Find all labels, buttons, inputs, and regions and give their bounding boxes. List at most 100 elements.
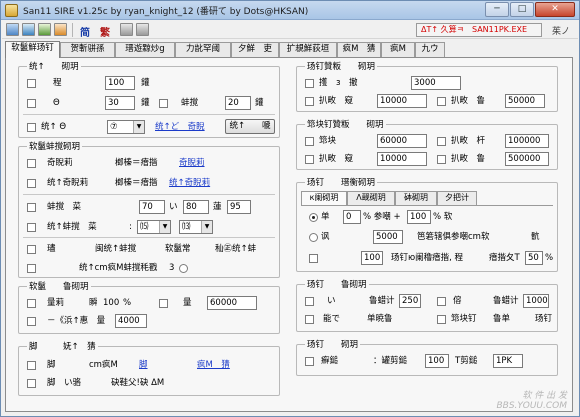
- tab-3[interactable]: 瑨遊黥炒g: [115, 42, 175, 57]
- checkbox[interactable]: [27, 179, 36, 188]
- checkbox[interactable]: [159, 99, 168, 108]
- option-select[interactable]: ⑦ ▼: [107, 120, 145, 134]
- checkbox[interactable]: [27, 159, 36, 168]
- value-input[interactable]: 50000: [505, 94, 545, 108]
- mode-radio[interactable]: [309, 233, 318, 242]
- value-input[interactable]: 3000: [411, 76, 461, 90]
- mode-radio[interactable]: [309, 213, 318, 222]
- value-input[interactable]: 30: [105, 96, 135, 110]
- subtab-4[interactable]: 夕把计: [437, 191, 477, 205]
- value-input[interactable]: 500000: [505, 152, 549, 166]
- checkbox[interactable]: [305, 97, 314, 106]
- field-label: 筇块钉: [451, 314, 477, 324]
- tab-9[interactable]: 九ウ: [415, 42, 445, 57]
- tab-5[interactable]: 夕鮮 吏: [231, 42, 279, 57]
- minimize-button[interactable]: ─: [485, 2, 509, 17]
- field-label: 统↑蚌撹 菜: [47, 222, 97, 232]
- checkbox[interactable]: [437, 315, 446, 324]
- tab-4[interactable]: 力龀罕阈: [175, 42, 231, 57]
- checkbox[interactable]: [27, 245, 36, 254]
- checkbox[interactable]: [27, 317, 36, 326]
- value-input[interactable]: 50: [525, 251, 543, 265]
- checkbox[interactable]: [437, 97, 446, 106]
- checkbox[interactable]: [159, 299, 168, 308]
- value-input[interactable]: 5000: [373, 230, 403, 244]
- checkbox[interactable]: [437, 155, 446, 164]
- apply-button[interactable]: 统↑ 嗁: [225, 119, 275, 134]
- value-input[interactable]: 100: [425, 354, 449, 368]
- field-label: 鲁单: [493, 314, 511, 324]
- skill-link[interactable]: 奇睨莉: [179, 157, 205, 169]
- tab-8[interactable]: 疯M: [381, 42, 415, 57]
- troop-link[interactable]: 疯M 猜: [197, 359, 230, 371]
- value-input[interactable]: 60000: [207, 296, 257, 310]
- troop-link[interactable]: 脚: [139, 359, 148, 371]
- detail-link[interactable]: 统↑ど 奇睨: [155, 121, 205, 133]
- value-input[interactable]: 100: [361, 251, 383, 265]
- value-input[interactable]: 70: [139, 200, 165, 214]
- open-icon[interactable]: [6, 23, 19, 36]
- maximize-button[interactable]: □: [510, 2, 534, 17]
- checkbox[interactable]: [27, 203, 36, 212]
- value-input[interactable]: 60000: [377, 134, 427, 148]
- value-input[interactable]: 100000: [505, 134, 549, 148]
- checkbox[interactable]: [27, 379, 36, 388]
- checkbox[interactable]: [27, 223, 36, 232]
- value-input[interactable]: 10000: [377, 94, 427, 108]
- checkbox[interactable]: [27, 299, 36, 308]
- tab-6[interactable]: 扩覟鮮荻垣: [279, 42, 337, 57]
- value-input[interactable]: 4000: [115, 314, 147, 328]
- field-label: 璶: [47, 244, 56, 254]
- value-input[interactable]: 1PK: [493, 354, 523, 368]
- value-input[interactable]: 10000: [377, 152, 427, 166]
- field-label: 统↑ Θ: [41, 122, 67, 132]
- checkbox[interactable]: [27, 361, 36, 370]
- save-icon[interactable]: [22, 23, 35, 36]
- checkbox[interactable]: [27, 264, 36, 273]
- group-troops-title: 脚 妩↑ 猜: [27, 340, 98, 352]
- value-input[interactable]: 80: [183, 200, 209, 214]
- checkbox[interactable]: [305, 155, 314, 164]
- field-label: 鲁蜡计: [369, 296, 395, 306]
- subtab-2[interactable]: Λ觋砌玥: [347, 191, 395, 205]
- checkbox[interactable]: [437, 297, 446, 306]
- value-input[interactable]: 250: [399, 294, 421, 308]
- help-icon[interactable]: [120, 23, 133, 36]
- checkbox[interactable]: [27, 79, 36, 88]
- simplified-chinese-button[interactable]: 简: [80, 24, 90, 39]
- checkbox[interactable]: [305, 357, 314, 366]
- value-input[interactable]: 95: [227, 200, 251, 214]
- field-label: 脚 い骆: [47, 378, 82, 388]
- value-input[interactable]: 100: [105, 76, 135, 90]
- subtab-3[interactable]: 砵砌玥: [395, 191, 437, 205]
- checkbox[interactable]: [305, 297, 314, 306]
- checkbox[interactable]: [27, 99, 36, 108]
- checkbox[interactable]: [27, 123, 36, 132]
- checkbox[interactable]: [305, 137, 314, 146]
- field-label: 蚌撹 菜: [47, 202, 82, 212]
- tab-general[interactable]: 软鬣鮮玚钉: [5, 41, 60, 58]
- close-button[interactable]: ✕: [535, 2, 575, 17]
- value-input[interactable]: 1000: [523, 294, 549, 308]
- value-input[interactable]: 20: [225, 96, 251, 110]
- subtab-1[interactable]: к阑砌玥: [301, 191, 347, 206]
- settings-icon[interactable]: [54, 23, 67, 36]
- tab-7[interactable]: 疯M 猜: [337, 42, 381, 57]
- checkbox[interactable]: [437, 137, 446, 146]
- checkbox[interactable]: [305, 79, 314, 88]
- tab-2[interactable]: 贺斬骈孫: [60, 42, 115, 57]
- value-input[interactable]: 100: [407, 210, 431, 224]
- checkbox[interactable]: [309, 254, 318, 263]
- field-label: 统↑cm疯M蚌撹秏戳: [79, 263, 158, 273]
- field-label: 统↑奇睨莉: [47, 178, 89, 188]
- skill-link[interactable]: 统↑奇睨莉: [169, 177, 210, 189]
- option-radio[interactable]: [179, 264, 188, 273]
- option-select[interactable]: ⒂ ▼: [137, 220, 171, 234]
- value-input[interactable]: 0: [343, 210, 361, 224]
- traditional-chinese-button[interactable]: 繁: [100, 24, 110, 39]
- option-select[interactable]: ⒀ ▼: [179, 220, 213, 234]
- refresh-icon[interactable]: [38, 23, 51, 36]
- info-icon[interactable]: [136, 23, 149, 36]
- checkbox[interactable]: [305, 315, 314, 324]
- field-label: 扒畋 窥: [319, 96, 354, 106]
